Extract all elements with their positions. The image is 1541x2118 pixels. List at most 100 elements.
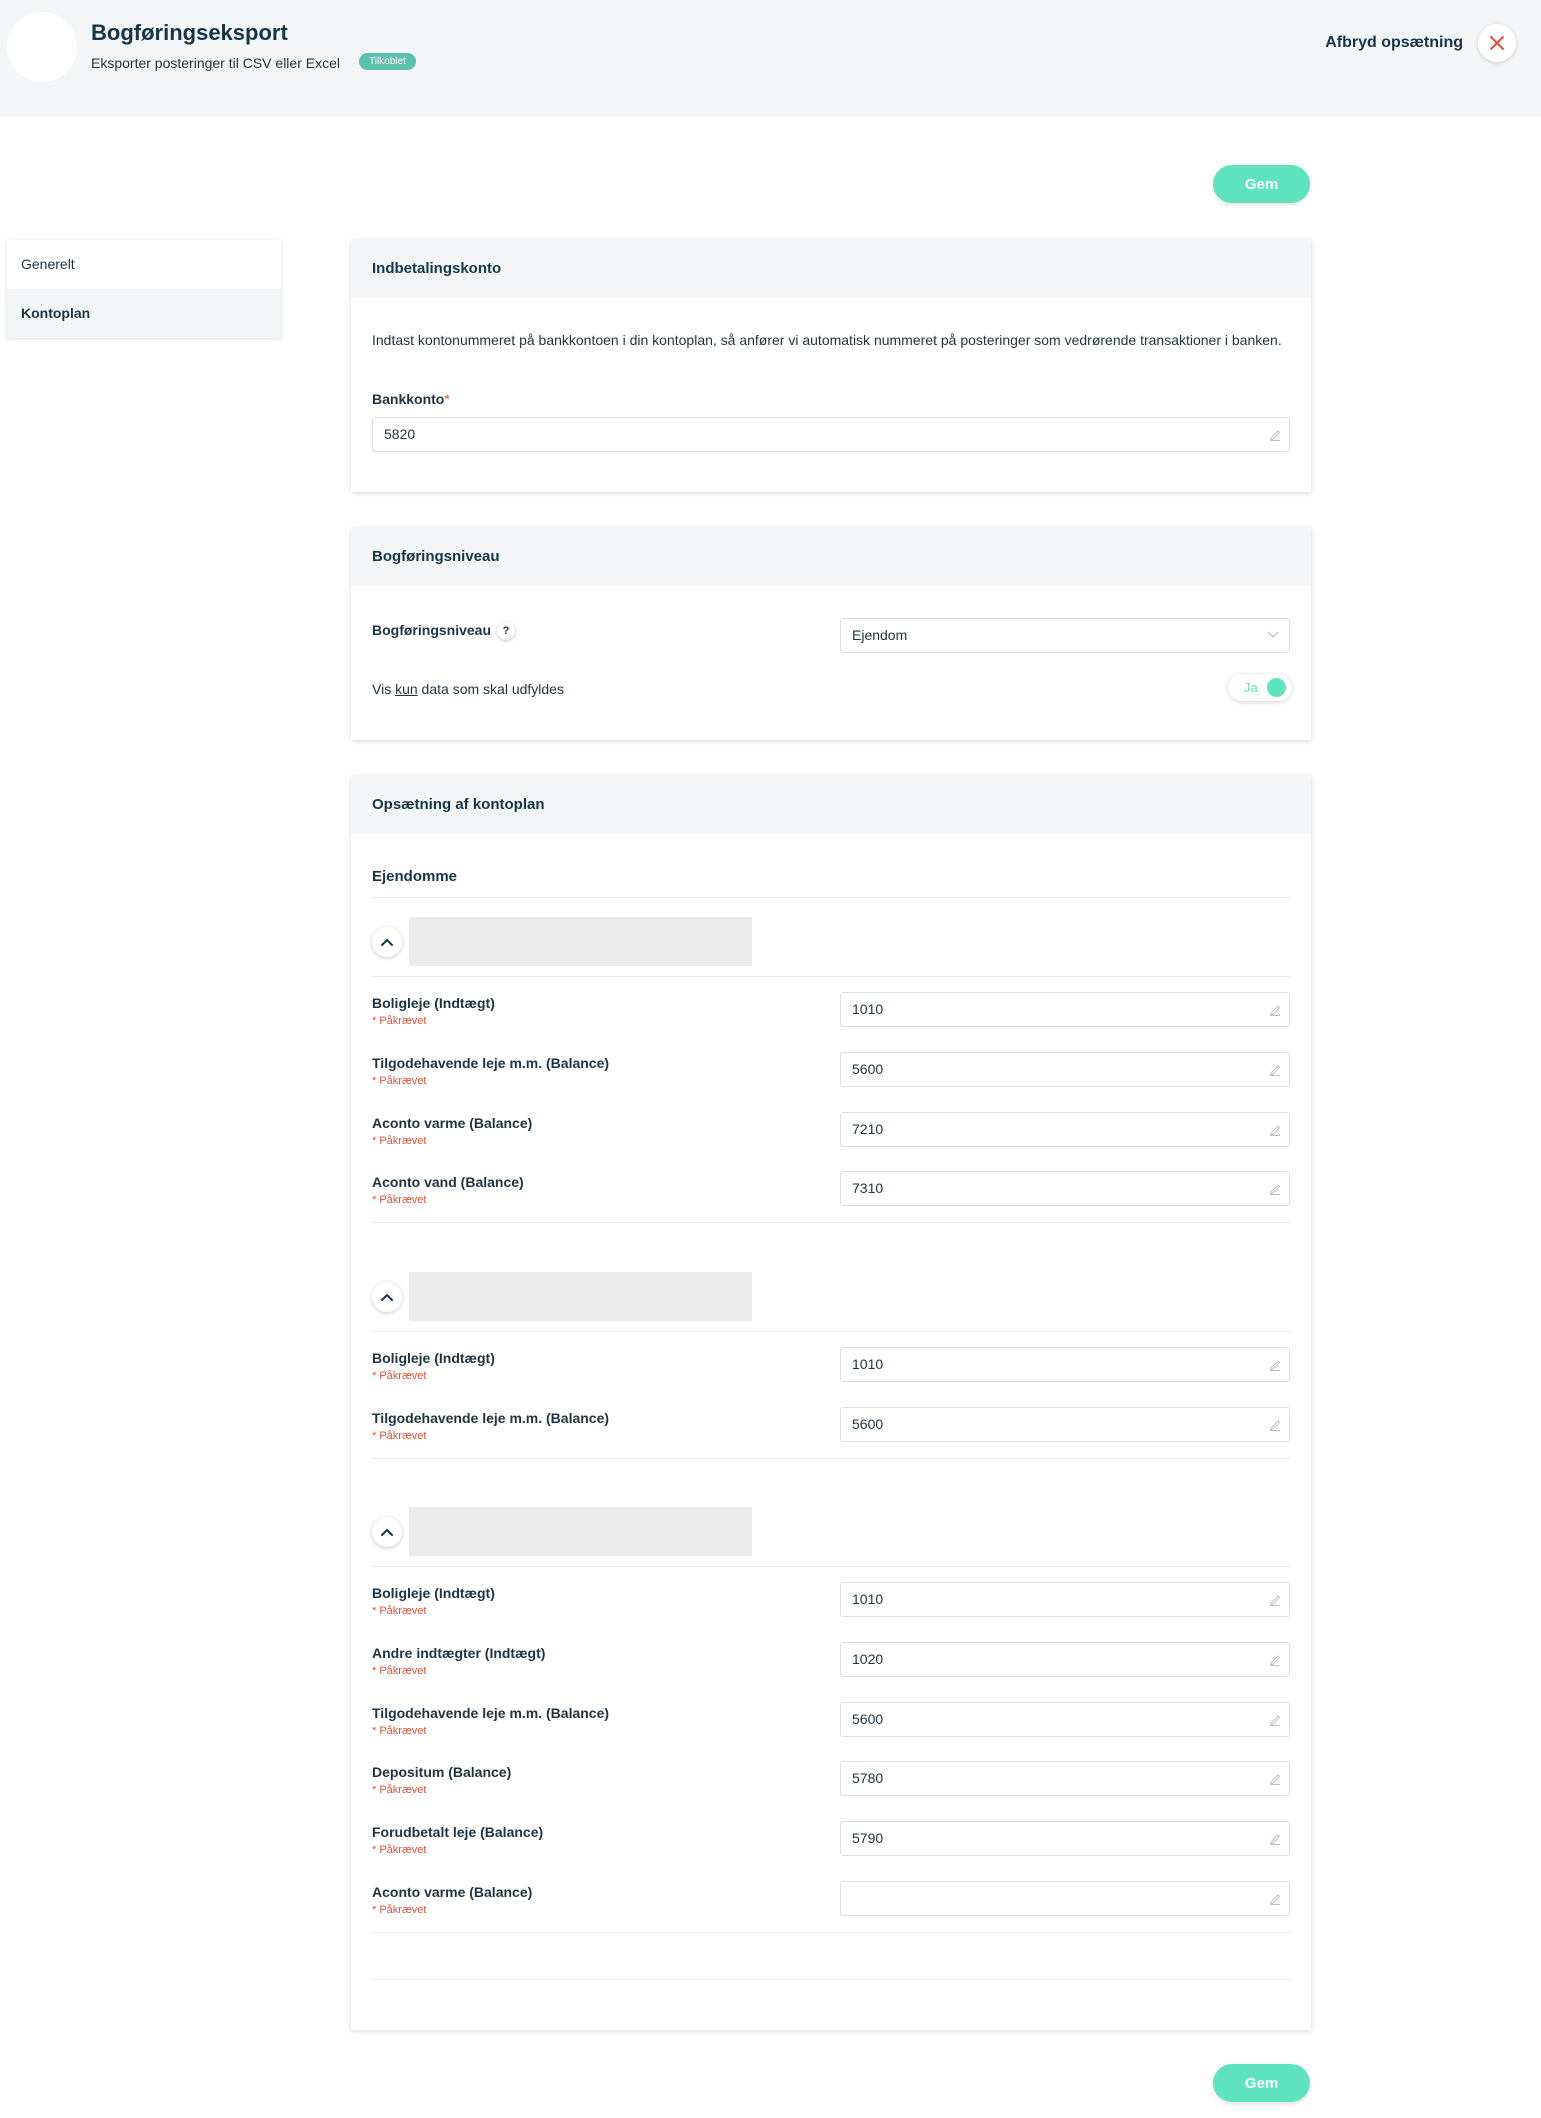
divider (372, 1932, 1290, 1933)
required-text: * Påkrævet (372, 1194, 427, 1207)
bank-account-label-text: Bankkonto (372, 391, 445, 407)
account-label: Tilgodehavende leje m.m. (Balance) (372, 1054, 610, 1071)
account-label: Forudbetalt leje (Balance) (372, 1824, 544, 1841)
collapse-group-button[interactable] (372, 1517, 402, 1547)
bank-account-input[interactable]: 5820 (372, 417, 1290, 452)
account-number-input[interactable] (840, 1881, 1290, 1916)
pencil-icon (1269, 1124, 1281, 1136)
divider (372, 976, 1290, 977)
sidebar: Generelt Kontoplan (7, 240, 281, 338)
account-number-input[interactable]: 5780 (840, 1761, 1290, 1797)
divider (372, 1458, 1290, 1459)
posting-level-card: Bogføringsniveau Bogføringsniveau? Ejend… (351, 528, 1311, 740)
collapse-group-button[interactable] (372, 927, 402, 957)
app-title: Bogføringseksport (91, 20, 288, 45)
posting-level-select[interactable]: Ejendom (840, 618, 1290, 653)
sidebar-item-generelt[interactable]: Generelt (7, 240, 281, 289)
group-name-placeholder (409, 1507, 752, 1556)
pencil-icon (1269, 1774, 1281, 1786)
required-text: * Påkrævet (372, 1370, 427, 1382)
show-only-required-label: Vis kun data som skal udfyldes (372, 681, 564, 697)
cancel-setup-label[interactable]: Afbryd opsætning (1325, 34, 1463, 52)
card-description: Indtast kontonummeret på bankkontoen i d… (372, 332, 1282, 348)
sidebar-item-kontoplan[interactable]: Kontoplan (7, 289, 281, 338)
filter-text-prefix: Vis (372, 681, 396, 697)
divider (372, 897, 1290, 898)
account-number-value: 5600 (852, 1710, 884, 1727)
required-text: * Påkrævet (372, 1015, 427, 1027)
help-icon[interactable]: ? (497, 622, 516, 641)
account-number-input[interactable]: 1010 (840, 1347, 1290, 1382)
account-label: Tilgodehavende leje m.m. (Balance) (372, 1409, 610, 1426)
divider (372, 1331, 1290, 1332)
account-number-input[interactable]: 5600 (840, 1051, 1290, 1087)
account-label: Aconto varme (Balance) (372, 1114, 533, 1131)
divider (372, 1566, 1290, 1567)
pencil-icon (1269, 1065, 1281, 1076)
save-button-top[interactable]: Gem (1213, 165, 1310, 203)
card-title: Opsætning af kontoplan (351, 776, 1311, 834)
chart-of-accounts-card: Opsætning af kontoplan Ejendomme Boligle… (351, 776, 1311, 2030)
page-header: Bogføringseksport Eksporter posteringer … (0, 0, 1541, 117)
required-text: * Påkrævet (372, 1605, 427, 1617)
account-number-value: 5600 (852, 1415, 884, 1432)
required-text: * Påkrævet (372, 1784, 427, 1797)
account-number-input[interactable]: 5600 (840, 1406, 1290, 1442)
required-text: * Påkrævet (372, 1074, 427, 1087)
pencil-icon (1269, 1184, 1281, 1196)
app-subtitle: Eksporter posteringer til CSV eller Exce… (91, 55, 340, 71)
chevron-down-icon (1267, 631, 1279, 638)
account-label: Andre indtægter (Indtægt) (372, 1644, 546, 1661)
toggle-knob (1267, 678, 1286, 697)
pencil-icon (1269, 1714, 1281, 1726)
account-label: Depositum (Balance) (372, 1764, 512, 1781)
bank-account-value: 5820 (384, 426, 416, 442)
account-number-input[interactable]: 7310 (840, 1171, 1290, 1207)
payment-account-card: Indbetalingskonto Indtast kontonummeret … (351, 240, 1311, 492)
posting-level-label-text: Bogføringsniveau (372, 622, 492, 638)
show-only-required-toggle[interactable]: Ja (1228, 674, 1292, 701)
bank-account-label: Bankkonto* (372, 391, 450, 407)
chevron-up-icon (381, 1528, 393, 1536)
pencil-icon (1269, 1420, 1281, 1431)
filter-text-suffix: data som skal udfyldes (417, 681, 564, 697)
required-text: * Påkrævet (372, 1134, 427, 1147)
account-number-input[interactable]: 1020 (840, 1641, 1290, 1677)
card-title: Indbetalingskonto (351, 240, 1311, 298)
account-number-input[interactable]: 5600 (840, 1701, 1290, 1737)
chevron-up-icon (381, 1293, 393, 1301)
chevron-up-icon (381, 938, 393, 946)
pencil-icon (1269, 1595, 1281, 1606)
account-label: Boligleje (Indtægt) (372, 995, 495, 1011)
required-text: * Påkrævet (372, 1844, 427, 1857)
account-number-value: 5790 (852, 1830, 884, 1847)
account-number-value: 5600 (852, 1060, 884, 1077)
group-name-placeholder (409, 1272, 752, 1321)
account-number-input[interactable]: 5790 (840, 1821, 1290, 1857)
account-label: Boligleje (Indtægt) (372, 1585, 495, 1601)
required-text: * Påkrævet (372, 1904, 427, 1916)
divider (372, 1979, 1290, 1980)
divider (372, 1222, 1290, 1223)
account-number-input[interactable]: 1010 (840, 1582, 1290, 1617)
save-button-bottom[interactable]: Gem (1213, 2064, 1310, 2102)
toggle-label: Ja (1244, 680, 1258, 695)
section-title: Ejendomme (372, 868, 458, 885)
required-star: * (444, 391, 450, 407)
close-icon (1490, 36, 1504, 50)
account-number-input[interactable]: 7210 (840, 1111, 1290, 1147)
account-number-value: 7210 (852, 1120, 884, 1137)
account-number-input[interactable]: 1010 (840, 992, 1290, 1027)
pencil-icon (1269, 1834, 1281, 1846)
account-number-value: 1020 (852, 1650, 884, 1667)
filter-text-underline: kun (395, 681, 418, 697)
pencil-icon (1269, 1894, 1281, 1905)
required-text: * Påkrævet (372, 1429, 427, 1442)
posting-level-label: Bogføringsniveau? (372, 622, 516, 641)
collapse-group-button[interactable] (372, 1282, 402, 1312)
required-text: * Påkrævet (372, 1724, 427, 1737)
required-text: * Påkrævet (372, 1664, 427, 1677)
close-button[interactable] (1478, 24, 1516, 62)
card-title: Bogføringsniveau (351, 528, 1311, 586)
account-number-value: 5780 (852, 1770, 884, 1787)
